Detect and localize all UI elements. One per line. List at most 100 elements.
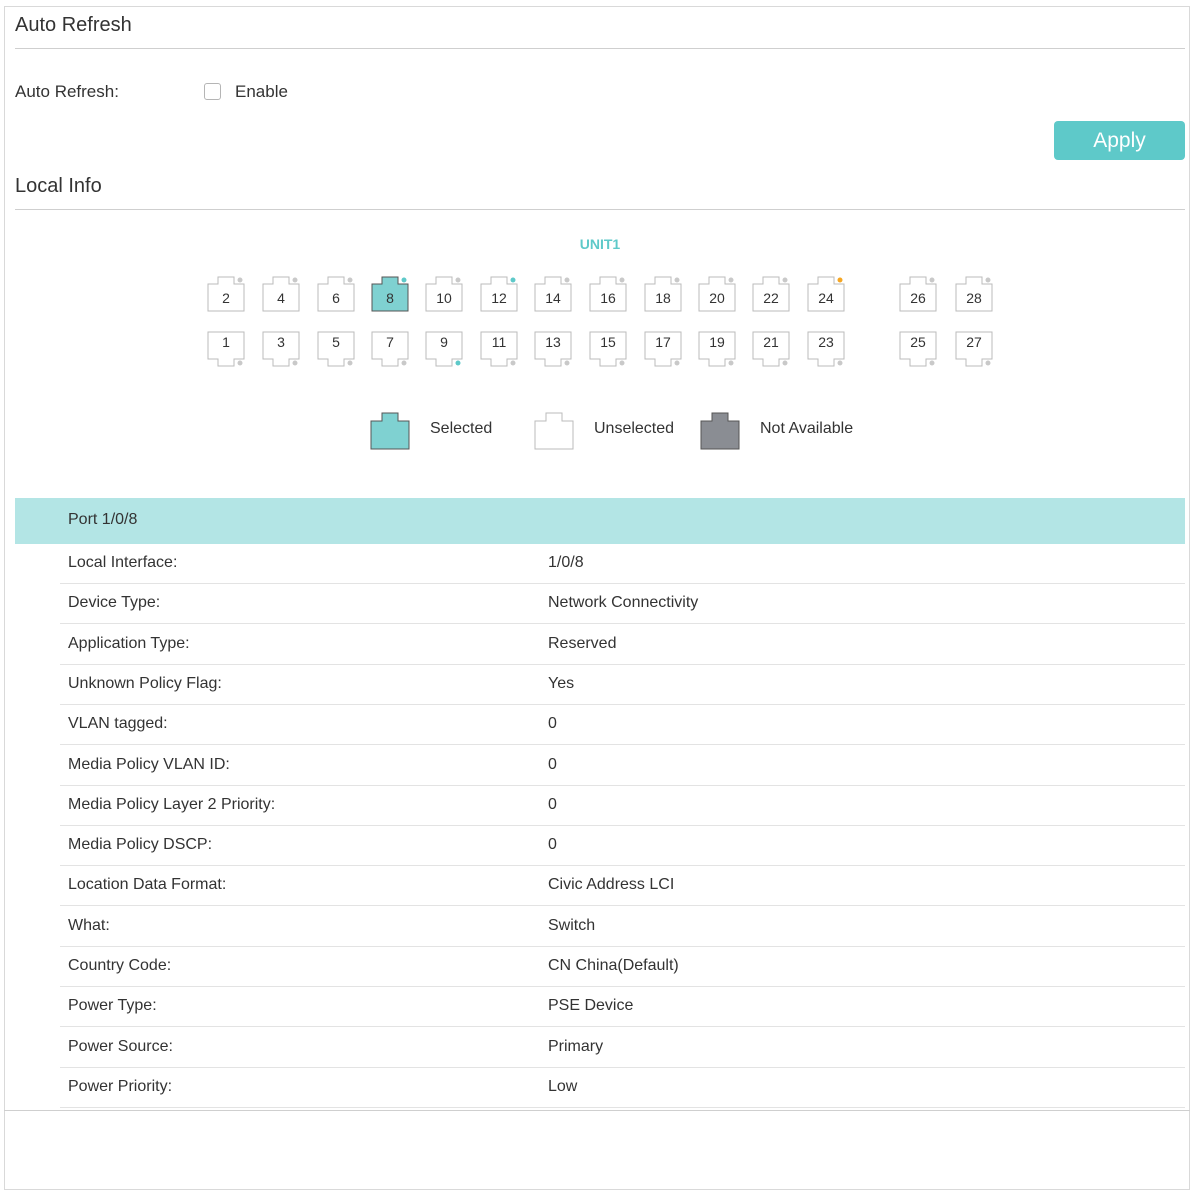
port-16[interactable]: 16 [589,274,627,312]
row-value: 0 [548,715,557,733]
row-value: Primary [548,1037,604,1055]
row-label: Media Policy Layer 2 Priority: [68,795,276,813]
table-row: Media Policy VLAN ID: 0 [60,746,1185,786]
row-label: Country Code: [68,957,172,974]
port-13[interactable]: 13 [534,331,572,369]
port-number: 6 [332,290,340,306]
bottom-divider [4,1110,1190,1111]
port-number: 2 [222,290,230,306]
unit-label: UNIT1 [579,236,621,252]
apply-button[interactable]: Apply [1054,121,1185,160]
port-number: 11 [491,334,507,350]
port-11[interactable]: 11 [480,331,518,369]
port-number: 28 [966,290,982,306]
port-2[interactable]: 2 [207,274,245,312]
port-number: 7 [386,334,394,350]
port-number: 13 [545,334,561,350]
port-18[interactable]: 18 [644,274,682,312]
table-row: What: Switch [60,907,1185,947]
port-number: 1 [222,334,230,350]
row-label: Local Interface: [68,554,178,571]
port-number: 8 [386,290,394,306]
port-21[interactable]: 21 [752,331,790,369]
row-label: VLAN tagged: [68,715,168,733]
port-17[interactable]: 17 [644,331,682,369]
row-value: CN China(Default) [548,957,679,974]
row-label: Power Type: [68,997,157,1015]
row-label: Device Type: [68,594,161,612]
legend-unselected-icon [534,410,574,450]
port-28[interactable]: 28 [955,274,993,312]
row-value: 0 [548,836,557,854]
auto-refresh-title: Auto Refresh [15,14,132,36]
port-number: 4 [277,290,285,306]
port-1[interactable]: 1 [207,331,245,369]
port-number: 25 [910,334,926,350]
port-24[interactable]: 24 [807,274,845,312]
legend-selected-label: Selected [430,420,493,437]
port-23[interactable]: 23 [807,331,845,369]
port-number: 10 [436,290,452,306]
port-10[interactable]: 10 [425,274,463,312]
legend-unselected-label: Unselected [594,420,675,437]
port-number: 12 [491,290,507,306]
port-14[interactable]: 14 [534,274,572,312]
port-number: 5 [332,334,340,350]
port-number: 22 [763,290,779,306]
port-7[interactable]: 7 [371,331,409,369]
row-value: Civic Address LCI [548,876,675,894]
table-row: Location Data Format: Civic Address LCI [60,866,1185,907]
port-number: 17 [655,334,671,350]
port-19[interactable]: 19 [698,331,736,369]
table-row: Unknown Policy Flag: Yes [60,665,1185,705]
enable-checkbox[interactable] [204,83,221,100]
port-number: 19 [709,334,725,350]
port-8[interactable]: 8 [371,274,409,312]
port-20[interactable]: 20 [698,274,736,312]
port-number: 9 [440,334,448,350]
row-label: What: [68,916,110,934]
port-5[interactable]: 5 [317,331,355,369]
port-number: 3 [277,334,285,350]
port-detail-title: Port 1/0/8 [68,511,138,528]
port-9[interactable]: 9 [425,331,463,369]
row-label: Power Priority: [68,1077,173,1095]
port-22[interactable]: 22 [752,274,790,312]
port-25[interactable]: 25 [899,331,937,369]
port-3[interactable]: 3 [262,331,300,369]
row-label: Media Policy VLAN ID: [68,755,230,773]
table-row: Media Policy Layer 2 Priority: 0 [60,786,1185,826]
port-number: 16 [600,290,616,306]
auto-refresh-label: Auto Refresh: [15,82,119,101]
table-row: Local Interface: 1/0/8 [60,544,1185,584]
port-4[interactable]: 4 [262,274,300,312]
auto-refresh-divider [15,48,1185,49]
port-27[interactable]: 27 [955,331,993,369]
port-number: 20 [709,290,725,306]
row-value: 1/0/8 [548,554,584,571]
row-label: Unknown Policy Flag: [68,674,222,692]
table-row: Power Type: PSE Device [60,987,1185,1028]
table-row: Media Policy DSCP: 0 [60,826,1185,867]
table-row: VLAN tagged: 0 [60,705,1185,746]
local-info-title: Local Info [15,175,102,197]
table-row: Application Type: Reserved [60,625,1185,665]
port-15[interactable]: 15 [589,331,627,369]
table-row: Country Code: CN China(Default) [60,947,1185,987]
row-value: Switch [548,916,596,934]
legend-not-available-label: Not Available [760,420,854,437]
port-12[interactable]: 12 [480,274,518,312]
port-number: 15 [600,334,616,350]
row-value: 0 [548,755,557,773]
row-label: Application Type: [68,634,190,652]
row-value: PSE Device [548,997,634,1015]
row-value: Network Connectivity [548,594,699,612]
port-detail-header: Port 1/0/8 [15,498,1185,544]
enable-checkbox-label[interactable]: Enable [235,82,288,102]
port-6[interactable]: 6 [317,274,355,312]
legend-not-available-icon [700,410,740,450]
legend-selected-icon [370,410,410,450]
table-row: Device Type: Network Connectivity [60,584,1185,625]
port-number: 26 [910,290,926,306]
port-26[interactable]: 26 [899,274,937,312]
